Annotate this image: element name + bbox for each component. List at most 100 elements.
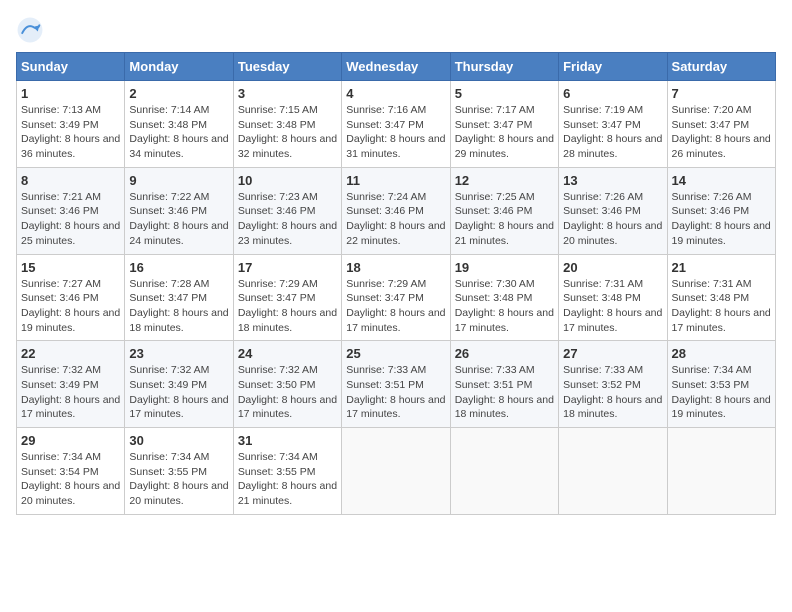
day-number: 7 (672, 86, 771, 101)
calendar-week-row: 8 Sunrise: 7:21 AM Sunset: 3:46 PM Dayli… (17, 167, 776, 254)
calendar-cell: 4 Sunrise: 7:16 AM Sunset: 3:47 PM Dayli… (342, 81, 450, 168)
calendar-cell: 19 Sunrise: 7:30 AM Sunset: 3:48 PM Dayl… (450, 254, 558, 341)
calendar-cell: 11 Sunrise: 7:24 AM Sunset: 3:46 PM Dayl… (342, 167, 450, 254)
day-number: 25 (346, 346, 445, 361)
day-info: Sunrise: 7:24 AM Sunset: 3:46 PM Dayligh… (346, 190, 445, 249)
calendar-cell: 12 Sunrise: 7:25 AM Sunset: 3:46 PM Dayl… (450, 167, 558, 254)
day-info: Sunrise: 7:31 AM Sunset: 3:48 PM Dayligh… (563, 277, 662, 336)
day-number: 8 (21, 173, 120, 188)
day-info: Sunrise: 7:23 AM Sunset: 3:46 PM Dayligh… (238, 190, 337, 249)
day-info: Sunrise: 7:32 AM Sunset: 3:50 PM Dayligh… (238, 363, 337, 422)
calendar-cell: 30 Sunrise: 7:34 AM Sunset: 3:55 PM Dayl… (125, 428, 233, 515)
calendar-week-row: 29 Sunrise: 7:34 AM Sunset: 3:54 PM Dayl… (17, 428, 776, 515)
day-number: 20 (563, 260, 662, 275)
day-info: Sunrise: 7:26 AM Sunset: 3:46 PM Dayligh… (563, 190, 662, 249)
calendar-cell: 17 Sunrise: 7:29 AM Sunset: 3:47 PM Dayl… (233, 254, 341, 341)
calendar-cell: 15 Sunrise: 7:27 AM Sunset: 3:46 PM Dayl… (17, 254, 125, 341)
day-number: 13 (563, 173, 662, 188)
calendar-cell: 20 Sunrise: 7:31 AM Sunset: 3:48 PM Dayl… (559, 254, 667, 341)
calendar-cell: 18 Sunrise: 7:29 AM Sunset: 3:47 PM Dayl… (342, 254, 450, 341)
day-info: Sunrise: 7:33 AM Sunset: 3:52 PM Dayligh… (563, 363, 662, 422)
day-info: Sunrise: 7:14 AM Sunset: 3:48 PM Dayligh… (129, 103, 228, 162)
calendar-cell: 22 Sunrise: 7:32 AM Sunset: 3:49 PM Dayl… (17, 341, 125, 428)
day-info: Sunrise: 7:29 AM Sunset: 3:47 PM Dayligh… (238, 277, 337, 336)
day-number: 28 (672, 346, 771, 361)
day-number: 21 (672, 260, 771, 275)
day-info: Sunrise: 7:34 AM Sunset: 3:53 PM Dayligh… (672, 363, 771, 422)
day-number: 26 (455, 346, 554, 361)
day-info: Sunrise: 7:17 AM Sunset: 3:47 PM Dayligh… (455, 103, 554, 162)
day-number: 16 (129, 260, 228, 275)
calendar-cell: 5 Sunrise: 7:17 AM Sunset: 3:47 PM Dayli… (450, 81, 558, 168)
day-number: 9 (129, 173, 228, 188)
calendar-cell: 7 Sunrise: 7:20 AM Sunset: 3:47 PM Dayli… (667, 81, 775, 168)
day-number: 3 (238, 86, 337, 101)
day-number: 10 (238, 173, 337, 188)
day-info: Sunrise: 7:13 AM Sunset: 3:49 PM Dayligh… (21, 103, 120, 162)
calendar-cell: 10 Sunrise: 7:23 AM Sunset: 3:46 PM Dayl… (233, 167, 341, 254)
calendar-cell: 26 Sunrise: 7:33 AM Sunset: 3:51 PM Dayl… (450, 341, 558, 428)
day-info: Sunrise: 7:16 AM Sunset: 3:47 PM Dayligh… (346, 103, 445, 162)
logo-icon (16, 16, 44, 44)
day-info: Sunrise: 7:29 AM Sunset: 3:47 PM Dayligh… (346, 277, 445, 336)
calendar-header-saturday: Saturday (667, 53, 775, 81)
calendar-cell: 21 Sunrise: 7:31 AM Sunset: 3:48 PM Dayl… (667, 254, 775, 341)
day-number: 11 (346, 173, 445, 188)
day-info: Sunrise: 7:20 AM Sunset: 3:47 PM Dayligh… (672, 103, 771, 162)
day-number: 15 (21, 260, 120, 275)
calendar-cell: 14 Sunrise: 7:26 AM Sunset: 3:46 PM Dayl… (667, 167, 775, 254)
day-info: Sunrise: 7:34 AM Sunset: 3:55 PM Dayligh… (238, 450, 337, 509)
calendar-cell: 1 Sunrise: 7:13 AM Sunset: 3:49 PM Dayli… (17, 81, 125, 168)
day-number: 18 (346, 260, 445, 275)
day-number: 2 (129, 86, 228, 101)
calendar-cell: 23 Sunrise: 7:32 AM Sunset: 3:49 PM Dayl… (125, 341, 233, 428)
calendar-cell (559, 428, 667, 515)
calendar-header-tuesday: Tuesday (233, 53, 341, 81)
calendar-cell: 9 Sunrise: 7:22 AM Sunset: 3:46 PM Dayli… (125, 167, 233, 254)
day-number: 14 (672, 173, 771, 188)
day-number: 22 (21, 346, 120, 361)
calendar-header-monday: Monday (125, 53, 233, 81)
calendar-week-row: 1 Sunrise: 7:13 AM Sunset: 3:49 PM Dayli… (17, 81, 776, 168)
calendar-week-row: 15 Sunrise: 7:27 AM Sunset: 3:46 PM Dayl… (17, 254, 776, 341)
logo (16, 16, 48, 44)
day-info: Sunrise: 7:32 AM Sunset: 3:49 PM Dayligh… (129, 363, 228, 422)
day-info: Sunrise: 7:26 AM Sunset: 3:46 PM Dayligh… (672, 190, 771, 249)
calendar-cell: 27 Sunrise: 7:33 AM Sunset: 3:52 PM Dayl… (559, 341, 667, 428)
day-info: Sunrise: 7:33 AM Sunset: 3:51 PM Dayligh… (455, 363, 554, 422)
calendar-cell (342, 428, 450, 515)
day-number: 1 (21, 86, 120, 101)
day-info: Sunrise: 7:19 AM Sunset: 3:47 PM Dayligh… (563, 103, 662, 162)
page-header (16, 16, 776, 44)
day-info: Sunrise: 7:33 AM Sunset: 3:51 PM Dayligh… (346, 363, 445, 422)
day-number: 31 (238, 433, 337, 448)
calendar-body: 1 Sunrise: 7:13 AM Sunset: 3:49 PM Dayli… (17, 81, 776, 515)
calendar-header-sunday: Sunday (17, 53, 125, 81)
day-info: Sunrise: 7:34 AM Sunset: 3:55 PM Dayligh… (129, 450, 228, 509)
day-info: Sunrise: 7:25 AM Sunset: 3:46 PM Dayligh… (455, 190, 554, 249)
day-number: 4 (346, 86, 445, 101)
calendar-cell: 31 Sunrise: 7:34 AM Sunset: 3:55 PM Dayl… (233, 428, 341, 515)
day-number: 23 (129, 346, 228, 361)
calendar-cell: 3 Sunrise: 7:15 AM Sunset: 3:48 PM Dayli… (233, 81, 341, 168)
calendar-cell: 25 Sunrise: 7:33 AM Sunset: 3:51 PM Dayl… (342, 341, 450, 428)
calendar-week-row: 22 Sunrise: 7:32 AM Sunset: 3:49 PM Dayl… (17, 341, 776, 428)
day-number: 27 (563, 346, 662, 361)
calendar-cell: 13 Sunrise: 7:26 AM Sunset: 3:46 PM Dayl… (559, 167, 667, 254)
day-number: 12 (455, 173, 554, 188)
calendar-cell (667, 428, 775, 515)
calendar-cell: 8 Sunrise: 7:21 AM Sunset: 3:46 PM Dayli… (17, 167, 125, 254)
day-info: Sunrise: 7:15 AM Sunset: 3:48 PM Dayligh… (238, 103, 337, 162)
day-number: 6 (563, 86, 662, 101)
day-info: Sunrise: 7:28 AM Sunset: 3:47 PM Dayligh… (129, 277, 228, 336)
day-number: 24 (238, 346, 337, 361)
day-number: 19 (455, 260, 554, 275)
day-info: Sunrise: 7:22 AM Sunset: 3:46 PM Dayligh… (129, 190, 228, 249)
day-number: 30 (129, 433, 228, 448)
calendar-cell: 6 Sunrise: 7:19 AM Sunset: 3:47 PM Dayli… (559, 81, 667, 168)
day-info: Sunrise: 7:31 AM Sunset: 3:48 PM Dayligh… (672, 277, 771, 336)
day-info: Sunrise: 7:32 AM Sunset: 3:49 PM Dayligh… (21, 363, 120, 422)
day-info: Sunrise: 7:30 AM Sunset: 3:48 PM Dayligh… (455, 277, 554, 336)
calendar-header-thursday: Thursday (450, 53, 558, 81)
day-info: Sunrise: 7:27 AM Sunset: 3:46 PM Dayligh… (21, 277, 120, 336)
